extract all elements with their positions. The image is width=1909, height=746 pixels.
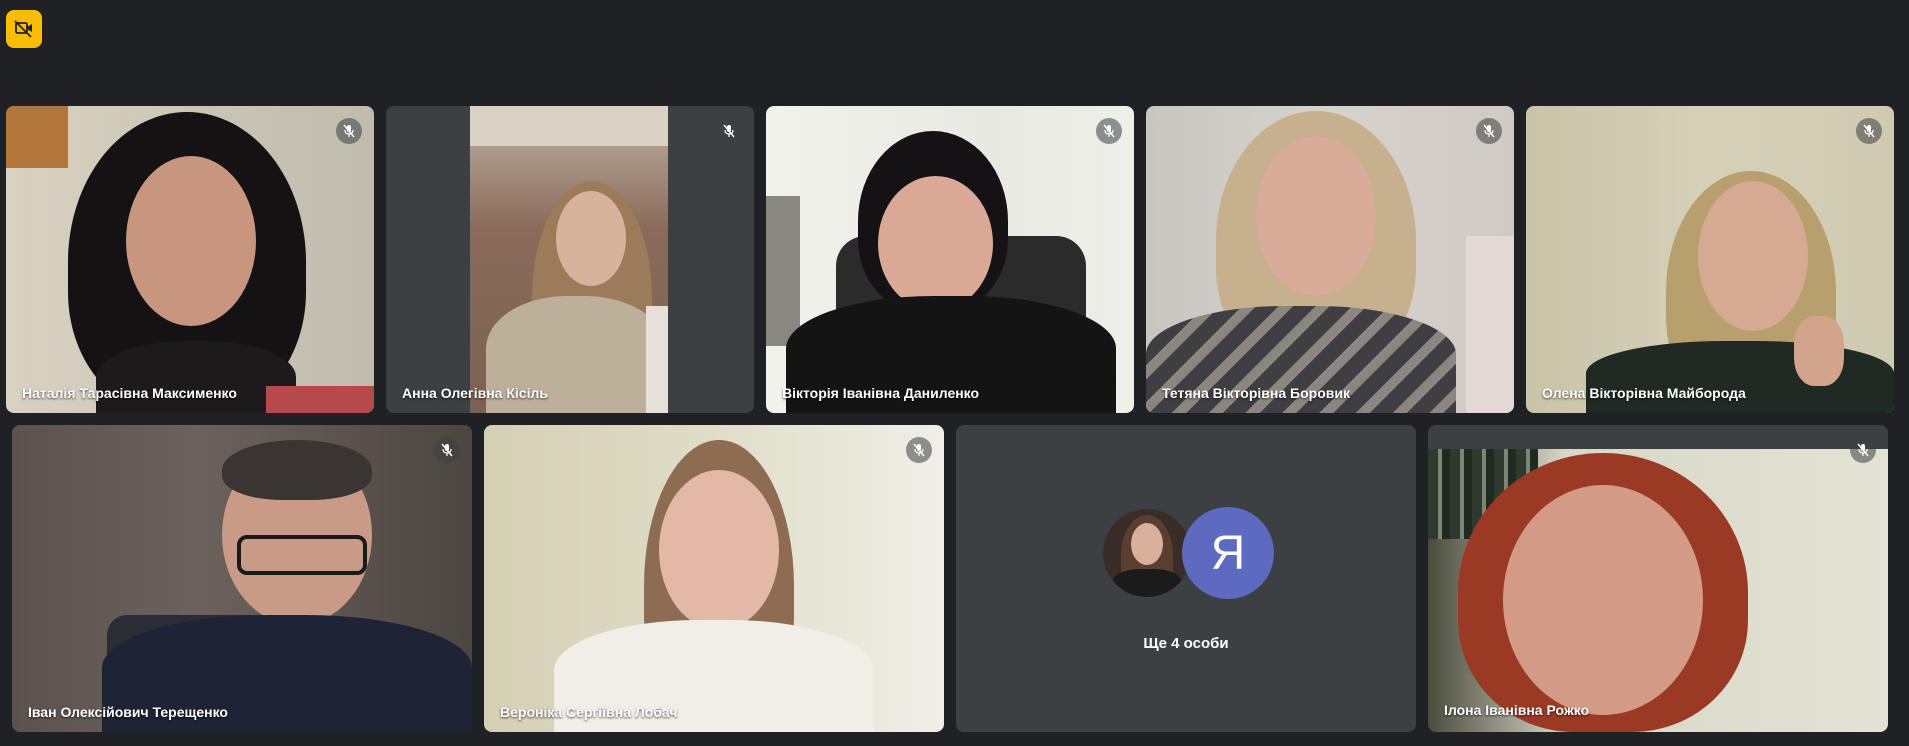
- video-feed: [1428, 425, 1888, 732]
- more-participants-label: Ще 4 особи: [1143, 635, 1229, 652]
- shelf: [6, 106, 68, 168]
- ceiling: [470, 106, 668, 146]
- camera-off-icon: [14, 20, 32, 38]
- mic-off-icon: [1096, 118, 1122, 144]
- participant-tile[interactable]: Вероніка Сергіївна Лобач: [484, 425, 944, 732]
- camera-off-indicator[interactable]: [6, 10, 42, 48]
- participant-tile[interactable]: Ілона Іванівна Рожко: [1428, 425, 1888, 732]
- participant-tile[interactable]: Наталія Тарасівна Максименко: [6, 106, 374, 413]
- participant-name: Олена Вікторівна Майборода: [1542, 385, 1746, 401]
- participant-hair: [222, 440, 372, 500]
- participant-tile[interactable]: Іван Олексійович Терещенко: [12, 425, 472, 732]
- participant-body: [1586, 341, 1894, 413]
- background-shelf: [1466, 236, 1514, 413]
- glasses: [237, 535, 367, 575]
- wall-object: [766, 196, 800, 346]
- participant-name: Вікторія Іванівна Даниленко: [782, 385, 980, 401]
- mic-off-icon: [336, 118, 362, 144]
- participant-name: Іван Олексійович Терещенко: [28, 704, 228, 720]
- video-feed: [6, 106, 374, 413]
- video-feed: [1146, 106, 1514, 413]
- mic-off-icon: [1476, 118, 1502, 144]
- participant-face: [878, 176, 993, 311]
- video-feed: [12, 425, 472, 732]
- video-feed: [766, 106, 1134, 413]
- video-feed: [1526, 106, 1894, 413]
- avatar-body: [1113, 569, 1181, 597]
- video-feed: [386, 106, 754, 413]
- participant-tile[interactable]: Олена Вікторівна Майборода: [1526, 106, 1894, 413]
- clothing-stripe: [266, 386, 374, 413]
- mic-off-icon: [1856, 118, 1882, 144]
- participant-avatar-letter: Я: [1182, 507, 1274, 599]
- more-participants-tile[interactable]: Я Ще 4 особи: [956, 425, 1416, 732]
- participant-face: [1503, 485, 1703, 715]
- mic-off-icon: [1850, 437, 1876, 463]
- participant-tile[interactable]: Анна Олегівна Кісіль: [386, 106, 754, 413]
- participant-name: Вероніка Сергіївна Лобач: [500, 704, 678, 720]
- participant-face: [1698, 181, 1808, 331]
- meeting-grid: Наталія Тарасівна Максименко Анна Олегів…: [0, 0, 1909, 746]
- mic-off-icon: [906, 437, 932, 463]
- participant-face: [556, 191, 626, 286]
- participant-name: Наталія Тарасівна Максименко: [22, 385, 237, 401]
- participant-avatar-photo: [1101, 507, 1193, 599]
- sleeve: [646, 306, 668, 413]
- participant-name: Анна Олегівна Кісіль: [402, 385, 548, 401]
- participant-name: Тетяна Вікторівна Боровик: [1162, 385, 1350, 401]
- participant-tile[interactable]: Тетяна Вікторівна Боровик: [1146, 106, 1514, 413]
- participant-face: [1256, 136, 1376, 296]
- participant-name: Ілона Іванівна Рожко: [1444, 702, 1590, 718]
- avatar-face: [1131, 523, 1163, 565]
- mic-off-icon: [716, 118, 742, 144]
- participant-face: [659, 470, 779, 630]
- hand: [1794, 316, 1844, 386]
- participant-tile[interactable]: Вікторія Іванівна Даниленко: [766, 106, 1134, 413]
- video-feed: [484, 425, 944, 732]
- mic-off-icon: [434, 437, 460, 463]
- participant-face: [126, 156, 256, 326]
